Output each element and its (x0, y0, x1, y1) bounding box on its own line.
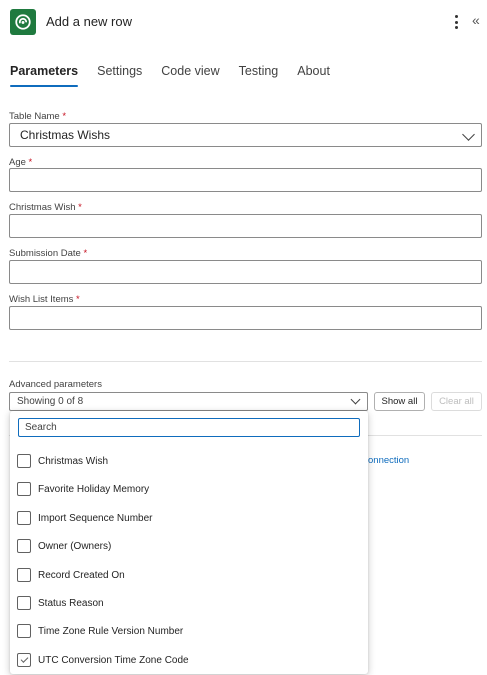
checkmark-icon (20, 655, 28, 663)
checkbox-checked[interactable] (17, 653, 31, 667)
tab-about[interactable]: About (297, 64, 330, 86)
option-label: Record Created On (38, 569, 125, 581)
submission-date-label-text: Submission Date (9, 248, 81, 259)
checkbox[interactable] (17, 568, 31, 582)
checkbox[interactable] (17, 482, 31, 496)
wish-list-items-field[interactable] (9, 306, 482, 330)
option-label: UTC Conversion Time Zone Code (38, 654, 189, 666)
tab-parameters[interactable]: Parameters (10, 64, 79, 87)
wish-list-items-label-text: Wish List Items (9, 294, 74, 305)
section-divider (9, 361, 482, 362)
advanced-parameters-value: Showing 0 of 8 (17, 396, 84, 407)
show-all-button[interactable]: Show all (374, 392, 425, 411)
dataverse-icon (10, 9, 36, 35)
required-mark: * (28, 157, 33, 168)
checkbox[interactable] (17, 596, 31, 610)
option-record-created-on[interactable]: Record Created On (17, 567, 125, 583)
tab-bar: Parameters Settings Code view Testing Ab… (10, 64, 349, 87)
panel-header: Add a new row « (0, 0, 487, 46)
tab-settings[interactable]: Settings (97, 64, 142, 86)
option-status-reason[interactable]: Status Reason (17, 595, 104, 611)
wish-list-items-label: Wish List Items * (9, 294, 80, 305)
collapse-panel-icon[interactable]: « (472, 12, 480, 28)
more-vertical-icon[interactable] (450, 12, 462, 32)
option-label: Import Sequence Number (38, 512, 153, 524)
option-time-zone-rule-version-number[interactable]: Time Zone Rule Version Number (17, 623, 183, 639)
christmas-wish-label: Christmas Wish * (9, 202, 82, 213)
checkbox[interactable] (17, 511, 31, 525)
option-label: Status Reason (38, 597, 104, 609)
christmas-wish-field[interactable] (9, 214, 482, 238)
age-field[interactable] (9, 168, 482, 192)
option-label: Christmas Wish (38, 455, 109, 467)
option-label: Time Zone Rule Version Number (38, 625, 184, 637)
advanced-parameters-dropdown: Christmas Wish Favorite Holiday Memory I… (10, 411, 368, 674)
chevron-down-icon (462, 128, 475, 141)
option-label: Owner (Owners) (38, 540, 112, 552)
checkbox[interactable] (17, 539, 31, 553)
option-christmas-wish[interactable]: Christmas Wish (17, 453, 108, 469)
christmas-wish-label-text: Christmas Wish (9, 202, 76, 213)
option-owner-owners[interactable]: Owner (Owners) (17, 538, 111, 554)
age-label: Age * (9, 157, 32, 168)
required-mark: * (62, 111, 67, 122)
required-mark: * (78, 202, 82, 213)
change-connection-link[interactable]: onnection (368, 455, 409, 466)
submission-date-field[interactable] (9, 260, 482, 284)
advanced-parameters-select[interactable]: Showing 0 of 8 (9, 392, 368, 411)
table-name-value: Christmas Wishs (20, 128, 111, 142)
tab-testing[interactable]: Testing (239, 64, 279, 86)
required-mark: * (76, 294, 80, 305)
page-title: Add a new row (46, 14, 132, 29)
checkbox[interactable] (17, 624, 31, 638)
table-name-label: Table Name * (9, 111, 66, 122)
table-name-label-text: Table Name (9, 111, 60, 122)
advanced-parameters-label: Advanced parameters (9, 379, 102, 390)
required-mark: * (83, 248, 88, 259)
option-favorite-holiday-memory[interactable]: Favorite Holiday Memory (17, 481, 149, 497)
tab-code-view[interactable]: Code view (161, 64, 219, 86)
option-label: Favorite Holiday Memory (38, 483, 150, 495)
option-utc-conversion-time-zone-code[interactable]: UTC Conversion Time Zone Code (17, 652, 189, 668)
dataverse-logo-glyph (15, 14, 31, 30)
search-input[interactable] (18, 418, 360, 437)
submission-date-label: Submission Date * (9, 248, 87, 259)
clear-all-button[interactable]: Clear all (431, 392, 482, 411)
age-label-text: Age (9, 157, 26, 168)
chevron-down-icon (350, 394, 361, 405)
table-name-select[interactable]: Christmas Wishs (9, 123, 482, 147)
checkbox[interactable] (17, 454, 31, 468)
option-import-sequence-number[interactable]: Import Sequence Number (17, 510, 153, 526)
